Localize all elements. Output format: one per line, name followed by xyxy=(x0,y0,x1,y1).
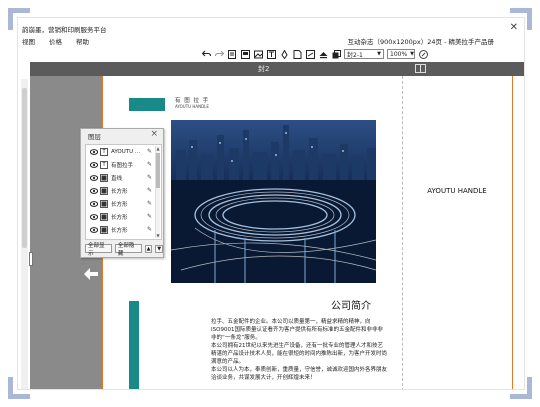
redo-icon[interactable] xyxy=(214,49,224,59)
pencil-icon[interactable]: ✎ xyxy=(147,161,154,168)
layer-name: AYOUTU ... xyxy=(111,149,141,155)
eye-icon[interactable] xyxy=(89,162,98,169)
layers-icon[interactable] xyxy=(318,49,328,59)
pencil-icon[interactable]: ✎ xyxy=(147,226,154,233)
eye-icon[interactable] xyxy=(89,201,98,208)
brand-name-cn[interactable]: 有 图 拉 手 xyxy=(175,96,209,104)
scrollbar-thumb[interactable] xyxy=(22,88,27,248)
layers-list: T AYOUTU ... ✎ T 有图拉手 ✎ 直线 ✎ 长方形 ✎ 长方形 ✎… xyxy=(85,144,162,240)
show-all-button[interactable]: 全部显示 xyxy=(85,243,112,257)
layers-scrollbar[interactable]: ▲ ▼ xyxy=(155,146,160,238)
frame-corner xyxy=(527,8,532,30)
layer-name: 有图拉手 xyxy=(111,163,134,169)
accent-bar[interactable] xyxy=(129,98,165,111)
eye-icon[interactable] xyxy=(89,149,98,156)
menu-view[interactable]: 视图 xyxy=(22,36,35,46)
zoom-select-value: 100% xyxy=(390,50,408,58)
company-intro-text[interactable]: 拉手、五金配件的企业。本公司以质量第一，精益求精的精神，向ISO9001国际质量… xyxy=(211,318,387,382)
page-select[interactable]: 封2-1 ▼ xyxy=(344,49,384,59)
layer-name: 长方形 xyxy=(111,228,128,234)
pencil-icon[interactable]: ✎ xyxy=(147,200,154,207)
shape-layer-icon xyxy=(100,187,108,195)
brand-name-en[interactable]: AYOUTU HANDLE xyxy=(175,104,209,109)
menu-bar: 视图 价格 帮助 xyxy=(22,36,89,46)
shape-layer-icon xyxy=(100,226,108,234)
scrollbar-thumb[interactable] xyxy=(156,153,160,188)
layer-row[interactable]: 长方形 ✎ xyxy=(86,224,156,236)
layers-panel-header[interactable]: 图层 × xyxy=(81,129,163,142)
save-page-icon[interactable] xyxy=(227,49,237,59)
close-icon[interactable]: ✕ xyxy=(510,22,518,33)
pencil-icon[interactable]: ✎ xyxy=(147,187,154,194)
page-icon[interactable] xyxy=(292,49,302,59)
layer-row[interactable]: T 有图拉手 ✎ xyxy=(86,159,156,171)
layer-name: 长方形 xyxy=(111,202,128,208)
spread-view-icon[interactable] xyxy=(415,64,426,73)
app-title: 韵崩墨，营销和印刷服务平台 xyxy=(22,26,107,34)
link-icon[interactable] xyxy=(305,49,315,59)
section-title[interactable]: 公司简介 xyxy=(331,297,371,312)
chevron-down-icon: ▼ xyxy=(377,51,381,57)
eye-icon[interactable] xyxy=(89,175,98,182)
menu-help[interactable]: 帮助 xyxy=(76,36,89,46)
paragraph: 拉手、五金配件的企业。本公司以质量第一，精益求精的精神，向ISO9001国际质量… xyxy=(211,319,383,341)
frame-corner xyxy=(8,377,13,399)
layer-name: 长方形 xyxy=(111,215,128,221)
shape-layer-icon xyxy=(100,174,108,182)
editor-window: 韵崩墨，营销和印刷服务平台 ✕ 视图 价格 帮助 互动杂志（900x1200px… xyxy=(17,17,525,390)
paragraph: 本公司以人为本，奉质创新，重质量，守信誉，诚诚欢迎国内外各界朋友洽谈业务，共谋发… xyxy=(211,367,388,381)
pen-icon[interactable] xyxy=(279,49,289,59)
duplicate-icon[interactable] xyxy=(331,49,341,59)
text-layer-icon: T xyxy=(100,161,108,169)
chevron-down-icon: ▼ xyxy=(410,51,415,57)
eye-icon[interactable] xyxy=(89,214,98,221)
canvas-right-margin xyxy=(512,76,524,389)
layer-row[interactable]: T AYOUTU ... ✎ xyxy=(86,146,156,158)
arrow-down-icon[interactable]: ▼ xyxy=(156,233,160,238)
pencil-icon[interactable]: ✎ xyxy=(147,174,154,181)
document-title: 互动杂志（900x1200px）24页 - 精美拉手产品册 xyxy=(347,38,494,46)
frame-corner xyxy=(527,377,532,399)
move-up-icon[interactable]: ▲ xyxy=(144,244,153,253)
city-night-image[interactable] xyxy=(171,120,376,283)
document-page-right[interactable]: AYOUTU HANDLE xyxy=(403,76,512,389)
toolbar: 封2-1 ▼ 100% ▼ xyxy=(201,48,428,60)
template-icon[interactable] xyxy=(240,49,250,59)
shape-layer-icon xyxy=(100,213,108,221)
layer-row[interactable]: 长方形 ✎ xyxy=(86,185,156,197)
image-icon[interactable] xyxy=(253,49,263,59)
layers-footer: 全部显示 全部隐藏 ▲ ▼ xyxy=(85,243,163,257)
accent-vertical-bar[interactable] xyxy=(129,301,139,389)
page-tab-label[interactable]: 封2 xyxy=(258,64,269,74)
pencil-icon[interactable]: ✎ xyxy=(147,148,154,155)
hide-all-button[interactable]: 全部隐藏 xyxy=(114,243,142,257)
move-down-icon[interactable]: ▼ xyxy=(155,244,163,253)
arrow-left-icon[interactable] xyxy=(84,268,98,280)
right-page-title[interactable]: AYOUTU HANDLE xyxy=(403,187,511,195)
resize-handle[interactable] xyxy=(29,252,33,266)
text-icon[interactable] xyxy=(266,49,276,59)
layer-row[interactable]: 长方形 ✎ xyxy=(86,198,156,210)
eye-icon[interactable] xyxy=(89,188,98,195)
zoom-select[interactable]: 100% ▼ xyxy=(387,49,415,59)
undo-icon[interactable] xyxy=(201,49,211,59)
page-select-value: 封2-1 xyxy=(347,51,363,59)
layers-panel[interactable]: 图层 × T AYOUTU ... ✎ T 有图拉手 ✎ 直线 ✎ 长方形 ✎ … xyxy=(80,128,164,258)
help-icon[interactable] xyxy=(418,49,428,59)
menu-pricing[interactable]: 价格 xyxy=(49,36,62,46)
layer-row[interactable]: 直线 ✎ xyxy=(86,172,156,184)
page-tab-bar: 封2 xyxy=(30,62,524,76)
frame-corner xyxy=(8,8,13,30)
layer-name: 长方形 xyxy=(111,189,128,195)
arrow-up-icon[interactable]: ▲ xyxy=(156,146,160,151)
eye-icon[interactable] xyxy=(89,227,98,234)
layers-panel-title: 图层 xyxy=(88,133,101,141)
text-layer-icon: T xyxy=(100,148,108,156)
layer-name: 直线 xyxy=(111,176,123,182)
pencil-icon[interactable]: ✎ xyxy=(147,213,154,220)
layer-row[interactable]: 长方形 ✎ xyxy=(86,211,156,223)
close-icon[interactable]: × xyxy=(150,129,158,139)
shape-layer-icon xyxy=(100,200,108,208)
paragraph: 本公司拥有21世纪以来先进生产设备，还有一批专业的管理人才和技艺精湛的产品设计技… xyxy=(211,343,388,365)
